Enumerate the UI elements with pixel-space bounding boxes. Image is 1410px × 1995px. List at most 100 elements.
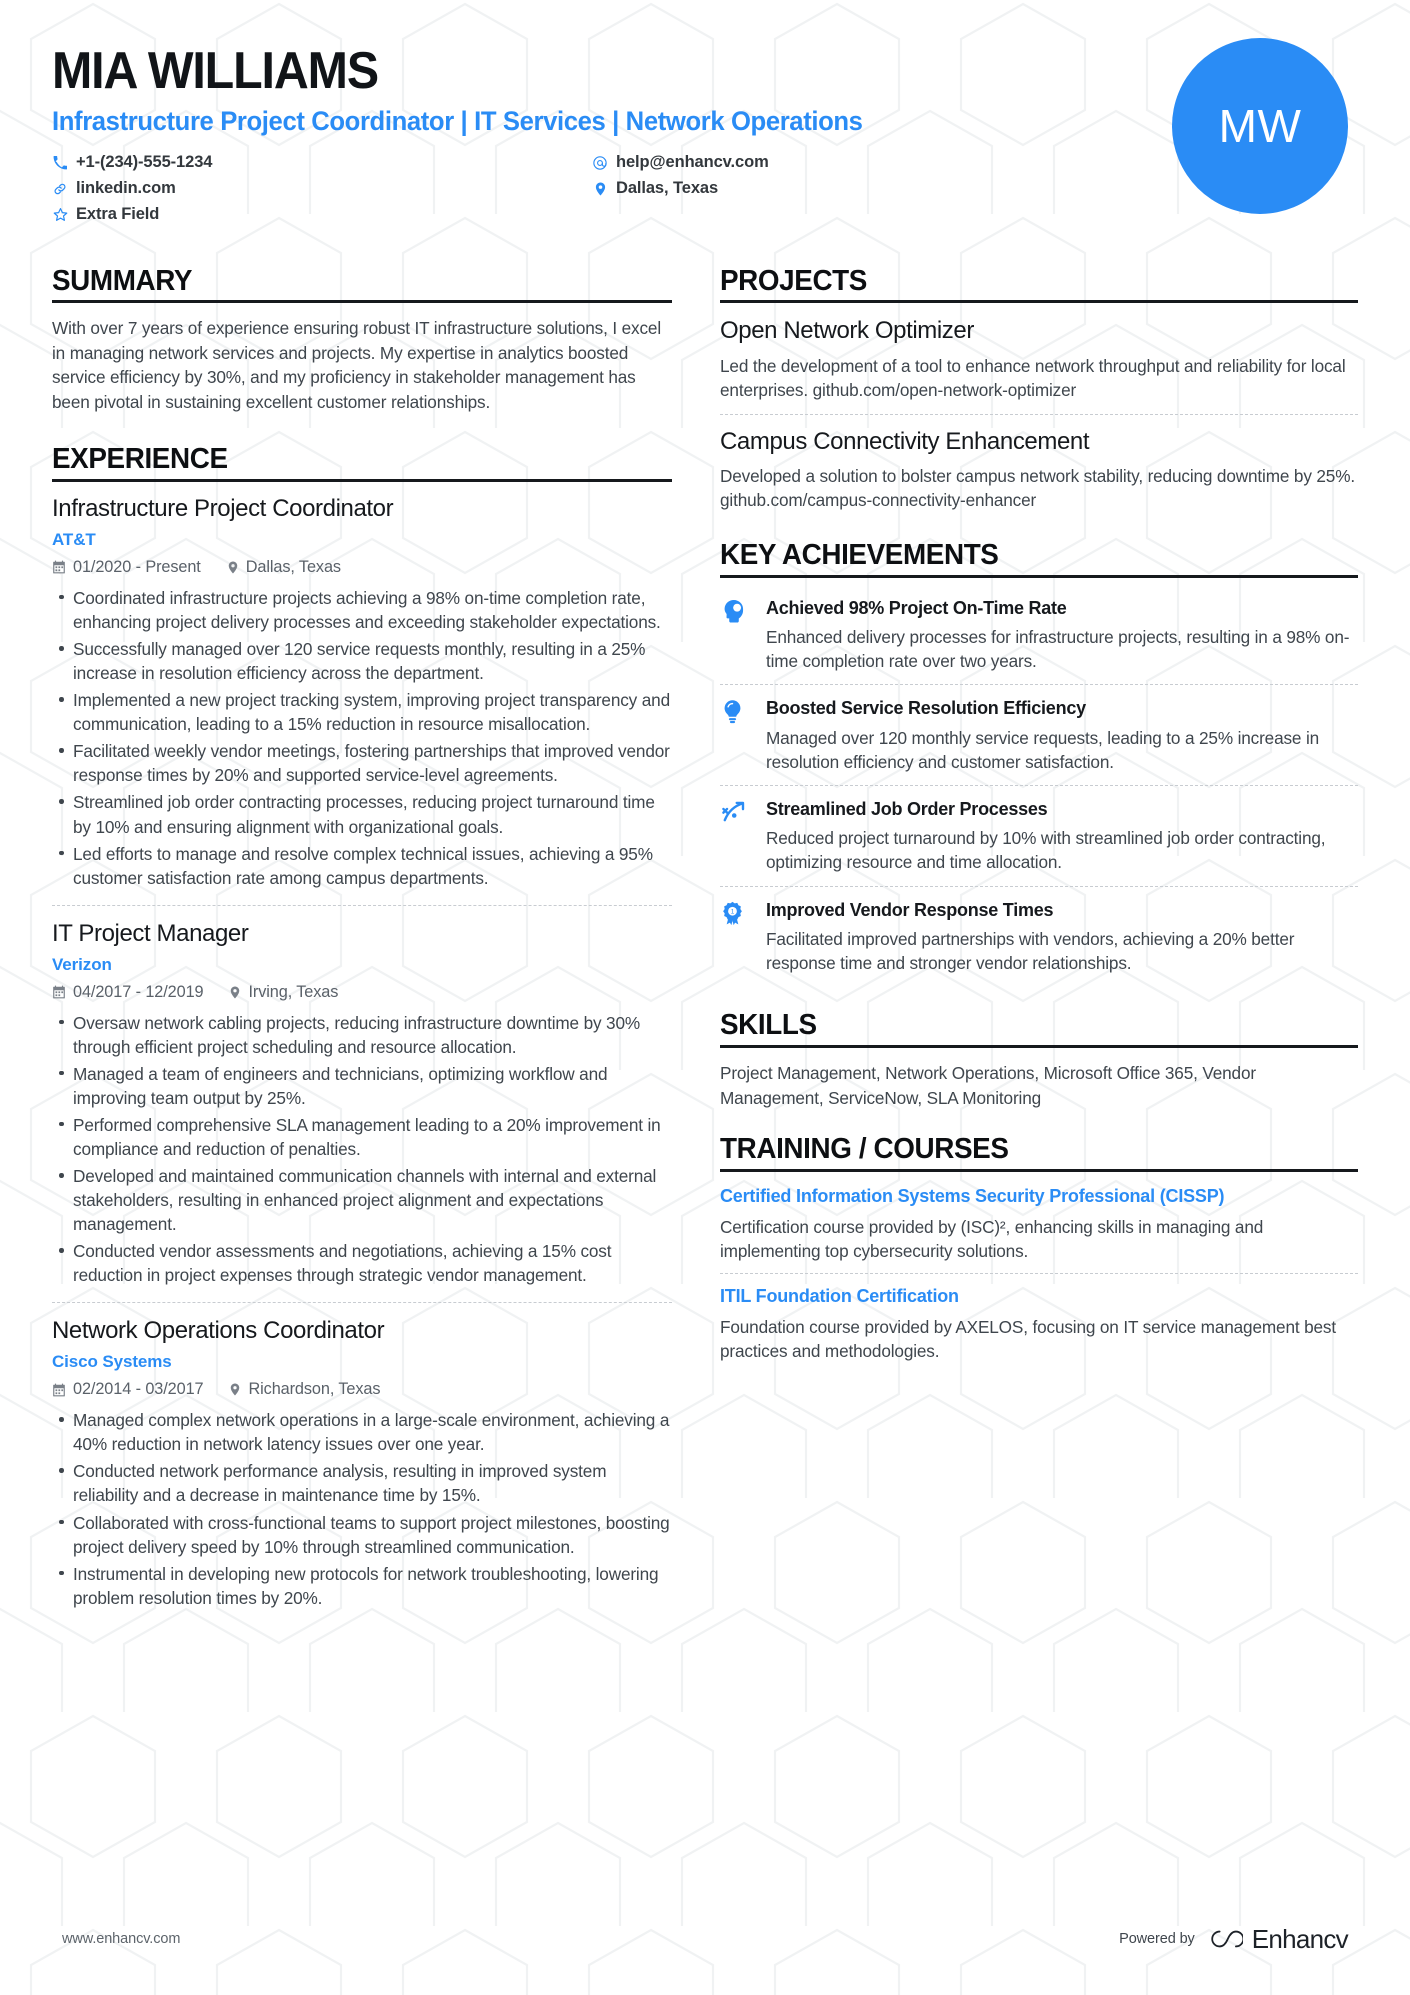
job-meta: 04/2017 - 12/2019 Irving, Texas [52,983,672,1002]
enhancv-mark-icon [1211,1930,1243,1948]
course-name[interactable]: ITIL Foundation Certification [720,1285,1358,1308]
job-role: Infrastructure Project Coordinator [52,495,394,523]
course-entry: ITIL Foundation Certification Foundation… [720,1273,1358,1374]
job-role: IT Project Manager [52,919,249,947]
job-bullet: Led efforts to manage and resolve comple… [59,842,672,890]
section-title-experience: EXPERIENCE [52,443,228,476]
resume-header: MIA WILLIAMS Infrastructure Project Coor… [52,38,1358,228]
job-dates: 02/2014 - 03/2017 [52,1380,204,1399]
calendar-icon [52,560,66,574]
job-bullet: Successfully managed over 120 service re… [59,637,672,685]
job-company[interactable]: Cisco Systems [52,1352,672,1372]
achievement-title: Streamlined Job Order Processes [766,798,1048,819]
powered-by-label: Powered by [1119,1931,1195,1947]
location-pin-icon [229,1382,241,1397]
experience-entry: Infrastructure Project Coordinator AT&T … [52,495,672,905]
job-bullet: Coordinated infrastructure projects achi… [59,586,672,634]
project-description: Developed a solution to bolster campus n… [720,465,1355,511]
right-column: PROJECTS Open Network Optimizer Led the … [720,264,1358,1629]
footer-branding: Powered by Enhancv [1119,1923,1349,1955]
project-entry: Campus Connectivity Enhancement Develope… [720,413,1358,524]
contact-email-text: help@enhancv.com [616,153,769,172]
section-title-summary: SUMMARY [52,264,193,297]
avatar-initials: MW [1218,100,1302,152]
job-location-text: Irving, Texas [248,982,339,1001]
section-title-skills: SKILLS [720,1009,817,1042]
section-divider [720,1168,1358,1172]
job-bullet-list: Oversaw network cabling projects, reduci… [52,1011,672,1288]
contact-phone[interactable]: +1-(234)-555-1234 [52,153,592,172]
contact-info-grid: +1-(234)-555-1234 help@enhancv.com linke… [52,150,1102,228]
project-description: Led the development of a tool to enhance… [720,355,1346,401]
job-company[interactable]: Verizon [52,955,672,975]
achievement-entry: Achieved 98% Project On-Time Rate Enhanc… [720,591,1358,685]
summary-text: With over 7 years of experience ensuring… [52,318,661,412]
email-icon [592,155,608,171]
section-divider [720,300,1358,304]
link-icon [52,182,68,196]
lightbulb-icon [720,697,766,774]
job-role: Network Operations Coordinator [52,1317,385,1345]
section-title-key-achievements: KEY ACHIEVEMENTS [720,538,999,571]
professional-headline: Infrastructure Project Coordinator | IT … [52,105,863,136]
job-bullet: Performed comprehensive SLA management l… [59,1113,672,1161]
svg-text:1: 1 [731,908,735,915]
job-location: Dallas, Texas [227,558,341,577]
job-bullet-list: Managed complex network operations in a … [52,1408,672,1610]
section-divider [52,300,672,304]
skills-text: Project Management, Network Operations, … [720,1063,1256,1108]
achievement-title: Improved Vendor Response Times [766,899,1054,920]
job-bullet: Managed complex network operations in a … [59,1408,672,1456]
section-experience: EXPERIENCE Infrastructure Project Coordi… [52,443,672,1625]
section-divider [720,574,1358,578]
section-divider [720,1045,1358,1049]
achievement-description: Managed over 120 monthly service request… [766,727,1320,772]
contact-linkedin[interactable]: linkedin.com [52,179,592,198]
resume-body: SUMMARY With over 7 years of experience … [52,264,1358,1629]
course-entry: Certified Information Systems Security P… [720,1185,1358,1274]
contact-extra-field-text: Extra Field [76,205,160,224]
project-entry: Open Network Optimizer Led the developme… [720,316,1358,413]
phone-icon [52,155,68,170]
job-bullet: Streamlined job order contracting proces… [59,790,672,838]
head-profile-icon [720,597,766,674]
enhancv-logo[interactable]: Enhancv [1209,1923,1349,1955]
job-location: Irving, Texas [229,983,338,1002]
job-bullet: Conducted vendor assessments and negotia… [59,1239,672,1287]
job-meta: 02/2014 - 03/2017 Richardson, Texas [52,1380,672,1399]
course-name[interactable]: Certified Information Systems Security P… [720,1185,1358,1208]
award-ribbon-icon: 1 [720,899,766,976]
page-footer: www.enhancv.com Powered by Enhancv [0,1883,1410,1995]
calendar-icon [52,1383,66,1397]
job-dates-text: 02/2014 - 03/2017 [73,1380,204,1399]
achievement-entry: Boosted Service Resolution Efficiency Ma… [720,684,1358,785]
job-dates-text: 04/2017 - 12/2019 [73,982,204,1001]
trajectory-arrow-icon [720,798,766,875]
job-meta: 01/2020 - Present Dallas, Texas [52,558,672,577]
job-bullet: Collaborated with cross-functional teams… [59,1511,672,1559]
job-dates: 04/2017 - 12/2019 [52,982,204,1002]
job-bullet: Implemented a new project tracking syste… [59,688,672,736]
achievement-description: Enhanced delivery processes for infrastr… [766,627,1350,672]
job-company[interactable]: AT&T [52,530,672,550]
contact-location[interactable]: Dallas, Texas [592,179,1102,198]
experience-entry: IT Project Manager Verizon 04/2017 - 12/… [52,904,672,1303]
achievement-entry: Streamlined Job Order Processes Reduced … [720,784,1358,886]
location-pin-icon [592,181,608,197]
location-pin-icon [227,560,239,575]
footer-website-url[interactable]: www.enhancv.com [62,1931,180,1947]
job-bullet: Developed and maintained communication c… [59,1164,672,1236]
job-bullet: Instrumental in developing new protocols… [59,1562,672,1610]
job-bullet: Oversaw network cabling projects, reduci… [59,1011,672,1059]
job-dates-text: 01/2020 - Present [73,557,201,576]
experience-entry: Network Operations Coordinator Cisco Sys… [52,1302,672,1624]
contact-email[interactable]: help@enhancv.com [592,153,1102,172]
job-dates: 01/2020 - Present [52,558,201,577]
contact-extra-field[interactable]: Extra Field [52,205,592,224]
course-description: Foundation course provided by AXELOS, fo… [720,1317,1336,1362]
job-location-text: Richardson, Texas [248,1380,381,1399]
section-title-projects: PROJECTS [720,264,867,297]
enhancv-wordmark: Enhancv [1251,1923,1349,1954]
